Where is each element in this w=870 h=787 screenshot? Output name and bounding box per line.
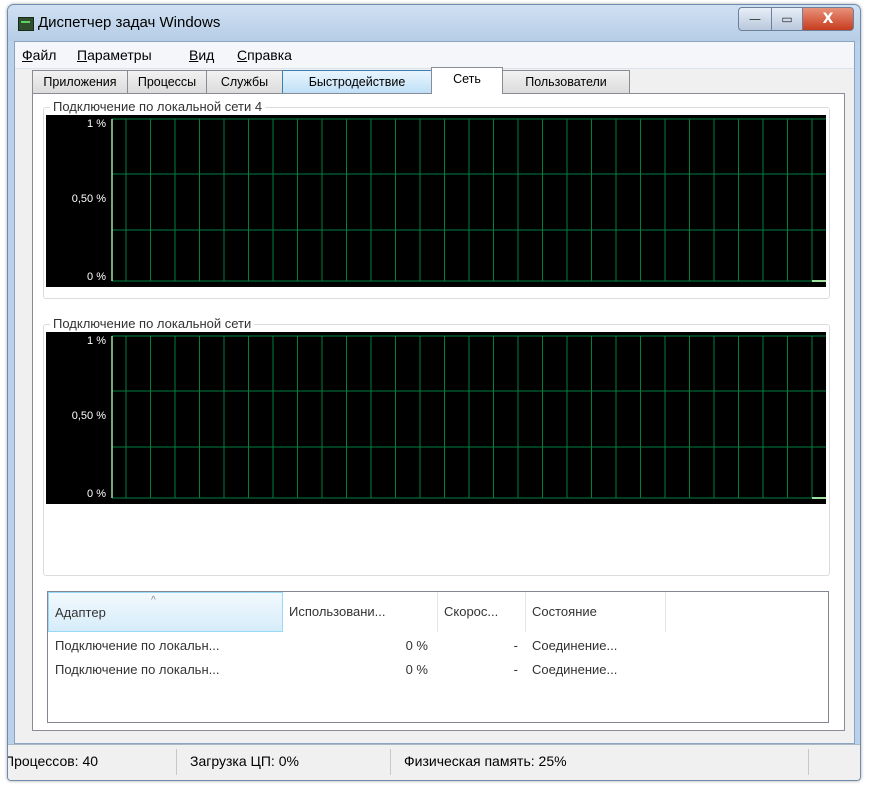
- task-manager-icon: [18, 17, 34, 31]
- task-manager-window: Диспетчер задач Windows — ▭ X Файл Парам…: [7, 4, 861, 781]
- adapter-name: Подключение по локальн...: [55, 638, 220, 653]
- column-state[interactable]: Состояние: [526, 592, 666, 632]
- tab-services[interactable]: Службы: [206, 70, 283, 93]
- column-adapter[interactable]: Адаптер ^: [48, 592, 283, 632]
- network-graph: 1 % 0,50 % 0 %: [46, 115, 826, 287]
- y-label-max: 1 %: [87, 335, 106, 347]
- status-cpu: Загрузка ЦП: 0%: [190, 753, 299, 769]
- adapter-state: Соединение...: [532, 638, 618, 653]
- menu-bar: Файл Параметры Вид Справка: [15, 42, 854, 69]
- sort-ascending-icon: ^: [151, 595, 156, 606]
- adapter-speed: -: [513, 662, 518, 677]
- graph-title: Подключение по локальной сети 4: [50, 99, 266, 114]
- column-utilization[interactable]: Использовани...: [283, 592, 438, 632]
- menu-help[interactable]: Справка: [237, 47, 292, 63]
- window-title: Диспетчер задач Windows: [38, 14, 221, 31]
- y-label-mid: 0,50 %: [71, 193, 106, 205]
- tab-performance[interactable]: Быстродействие: [282, 70, 432, 93]
- adapter-name: Подключение по локальн...: [55, 662, 220, 677]
- adapter-speed: -: [513, 638, 518, 653]
- graph-plot: [111, 335, 826, 499]
- graph-group-1: Подключение по локальной сети 4 1 % 0,50…: [43, 99, 830, 299]
- y-label-max: 1 %: [87, 118, 106, 130]
- tab-users[interactable]: Пользователи: [502, 70, 630, 93]
- status-processes: Процессов: 40: [7, 753, 99, 769]
- status-memory: Физическая память: 25%: [404, 753, 567, 769]
- status-divider: [176, 749, 177, 775]
- graph-group-2: Подключение по локальной сети 1 % 0,50 %…: [43, 316, 830, 576]
- minimize-button[interactable]: —: [738, 7, 772, 31]
- status-divider: [390, 749, 391, 775]
- networking-panel: Подключение по локальной сети 4 1 % 0,50…: [32, 93, 845, 731]
- list-header: Адаптер ^ Использовани... Скорос... Сост…: [48, 592, 828, 632]
- tab-applications[interactable]: Приложения: [32, 70, 128, 93]
- tab-processes[interactable]: Процессы: [127, 70, 207, 93]
- column-speed[interactable]: Скорос...: [438, 592, 526, 632]
- adapter-utilization: 0 %: [405, 638, 428, 653]
- adapters-list[interactable]: Адаптер ^ Использовани... Скорос... Сост…: [47, 591, 829, 723]
- tab-networking[interactable]: Сеть: [431, 67, 503, 94]
- y-label-zero: 0 %: [87, 271, 106, 283]
- graph-plot: [111, 118, 826, 282]
- y-label-mid: 0,50 %: [71, 410, 106, 422]
- menu-view[interactable]: Вид: [189, 47, 214, 63]
- menu-file[interactable]: Файл: [22, 47, 56, 63]
- maximize-button[interactable]: ▭: [772, 7, 803, 31]
- adapter-utilization: 0 %: [405, 662, 428, 677]
- title-bar[interactable]: Диспетчер задач Windows — ▭ X: [8, 5, 860, 41]
- y-label-zero: 0 %: [87, 488, 106, 500]
- status-bar: Процессов: 40 Загрузка ЦП: 0% Физическая…: [7, 744, 860, 780]
- status-divider: [808, 749, 809, 775]
- adapter-state: Соединение...: [532, 662, 618, 677]
- graph-title: Подключение по локальной сети: [50, 316, 255, 331]
- close-button[interactable]: X: [803, 7, 854, 31]
- menu-options[interactable]: Параметры: [77, 47, 152, 63]
- window-controls: — ▭ X: [738, 7, 854, 31]
- network-graph: 1 % 0,50 % 0 %: [46, 332, 826, 504]
